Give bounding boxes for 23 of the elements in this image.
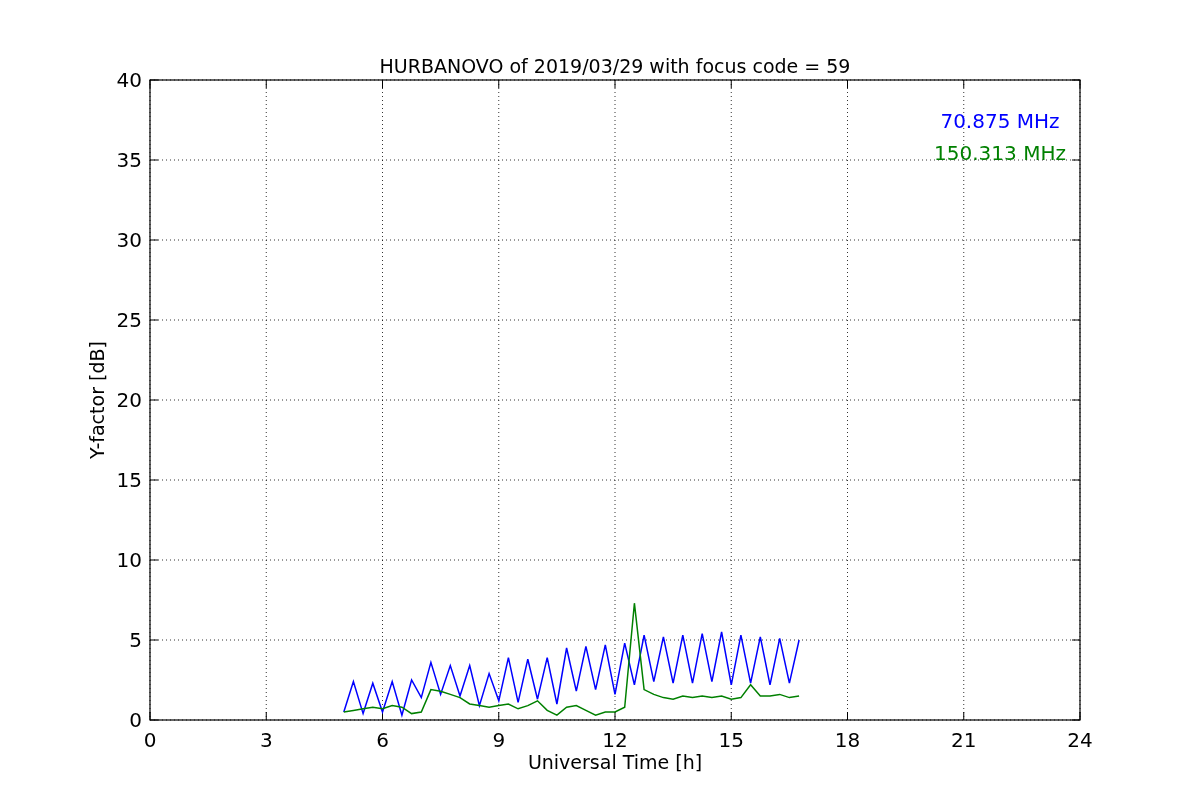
x-tick-label: 15 xyxy=(718,728,744,752)
y-axis-label: Y-factor [dB] xyxy=(86,341,108,459)
x-tick-label: 6 xyxy=(376,728,389,752)
x-tick-label: 0 xyxy=(143,728,157,752)
legend-label: 70.875 MHz xyxy=(940,109,1060,133)
x-tick-label: 21 xyxy=(951,728,977,752)
x-tick-label: 3 xyxy=(259,728,273,752)
y-tick-label: 0 xyxy=(129,708,142,732)
y-tick-label: 5 xyxy=(129,628,142,652)
x-axis-label: Universal Time [h] xyxy=(527,751,703,773)
x-tick-label: 12 xyxy=(602,728,628,752)
y-tick-label: 15 xyxy=(116,468,142,492)
x-tick-label: 18 xyxy=(834,728,861,752)
y-tick-label: 10 xyxy=(116,548,142,572)
y-tick-label: 20 xyxy=(116,388,142,412)
x-tick-label: 24 xyxy=(1067,728,1093,752)
x-tick-label: 9 xyxy=(492,728,506,752)
chart-title: HURBANOVO of 2019/03/29 with focus code = 59 xyxy=(379,55,851,77)
y-tick-label: 30 xyxy=(116,228,142,252)
legend-label: 150.313 MHz xyxy=(934,141,1066,165)
y-tick-label: 35 xyxy=(116,148,142,172)
y-tick-label: 25 xyxy=(116,308,142,332)
y-tick-label: 40 xyxy=(116,68,142,92)
